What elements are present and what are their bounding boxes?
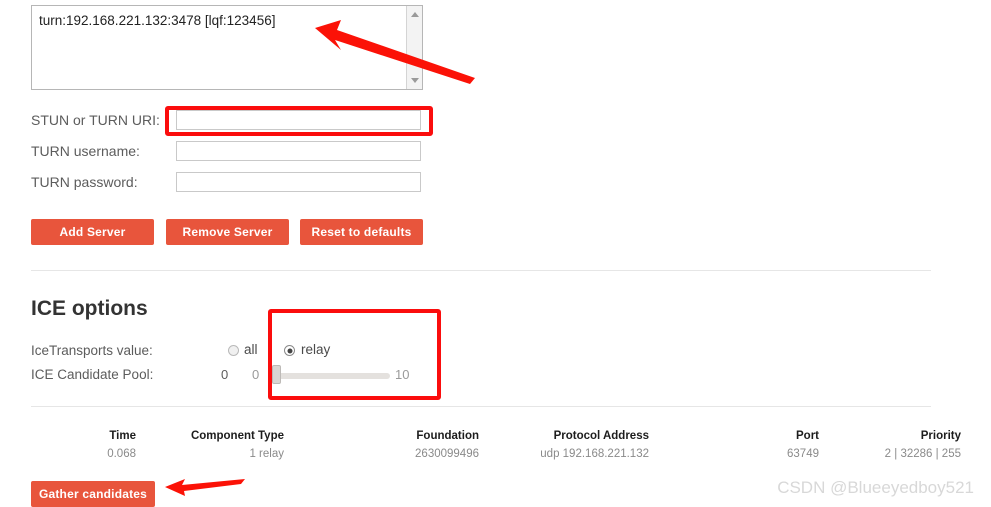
radio-label-relay[interactable]: relay: [301, 342, 330, 357]
candidates-table: Time Component Type Foundation Protocol …: [31, 430, 961, 460]
cell-priority: 2 | 32286 | 255: [884, 448, 961, 460]
server-list-textarea[interactable]: turn:192.168.221.132:3478 [lqf:123456]: [31, 5, 423, 90]
ice-transports-label: IceTransports value:: [31, 343, 153, 358]
ice-candidate-pool-label: ICE Candidate Pool:: [31, 367, 154, 382]
radio-ice-transport-all[interactable]: [228, 345, 239, 356]
cell-protocol-address: udp 192.168.221.132: [540, 448, 649, 460]
ice-candidate-pool-slider[interactable]: [272, 373, 390, 379]
section-divider-bottom: [31, 406, 931, 407]
header-time: Time: [109, 430, 136, 442]
stun-turn-uri-input[interactable]: [176, 110, 421, 130]
turn-password-label: TURN password:: [31, 174, 138, 190]
radio-ice-transport-relay[interactable]: [284, 345, 295, 356]
triangle-up-icon[interactable]: [410, 12, 419, 17]
remove-server-button[interactable]: Remove Server: [166, 219, 289, 245]
gather-candidates-button[interactable]: Gather candidates: [31, 481, 155, 507]
add-server-button[interactable]: Add Server: [31, 219, 154, 245]
ice-candidate-pool-min: 0: [252, 367, 260, 382]
cell-component-type: 1 relay: [249, 448, 284, 460]
header-priority: Priority: [920, 430, 961, 442]
server-list-value: turn:192.168.221.132:3478 [lqf:123456]: [39, 13, 276, 28]
ice-candidate-pool-value: 0: [221, 367, 229, 382]
header-foundation: Foundation: [416, 430, 479, 442]
stun-turn-uri-label: STUN or TURN URI:: [31, 112, 160, 128]
section-divider-top: [31, 270, 931, 271]
triangle-down-icon[interactable]: [410, 78, 419, 83]
turn-username-label: TURN username:: [31, 143, 140, 159]
cell-time: 0.068: [107, 448, 136, 460]
header-protocol-address: Protocol Address: [553, 430, 649, 442]
table-row[interactable]: 0.068 1 relay 2630099496 udp 192.168.221…: [31, 448, 961, 460]
header-component-type: Component Type: [190, 430, 284, 442]
watermark-text: CSDN @Blueeyedboy521: [777, 478, 974, 497]
ice-candidate-pool-max: 10: [395, 367, 410, 382]
ice-candidate-pool-slider-thumb[interactable]: [272, 365, 281, 384]
cell-port: 63749: [787, 448, 819, 460]
radio-label-all[interactable]: all: [244, 342, 258, 357]
annotation-arrow-to-gather-button: [165, 479, 245, 496]
ice-options-heading: ICE options: [31, 297, 148, 320]
header-port: Port: [796, 430, 819, 442]
page-root: turn:192.168.221.132:3478 [lqf:123456] S…: [0, 0, 991, 507]
turn-password-input[interactable]: [176, 172, 421, 192]
turn-username-input[interactable]: [176, 141, 421, 161]
cell-foundation: 2630099496: [415, 448, 479, 460]
table-header-row: Time Component Type Foundation Protocol …: [31, 430, 961, 448]
annotation-box-ice-options: [268, 309, 441, 400]
server-list-scrollbar[interactable]: [406, 6, 422, 89]
reset-to-defaults-button[interactable]: Reset to defaults: [300, 219, 423, 245]
